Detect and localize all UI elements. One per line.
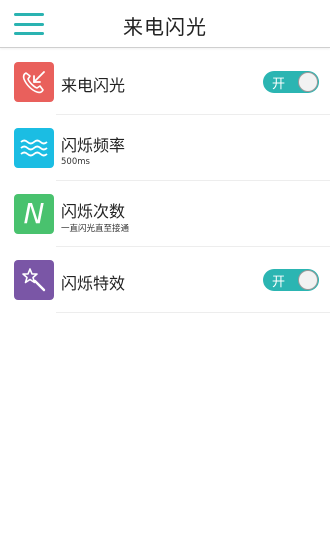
setting-row-call-flash[interactable]: 来电闪光 开 <box>0 49 330 115</box>
setting-value: 一直闪光直至接通 <box>61 224 130 234</box>
toggle-text: 开 <box>272 275 286 290</box>
setting-label: 闪烁次数 <box>61 202 126 221</box>
page-title: 来电闪光 <box>123 15 207 39</box>
setting-row-flash-effect[interactable]: 闪烁特效 开 <box>0 247 330 313</box>
toggle-knob <box>298 72 318 92</box>
divider <box>56 312 330 313</box>
phone-incoming-icon <box>14 62 54 102</box>
flash-effect-toggle[interactable]: 开 <box>263 269 319 291</box>
magic-wand-icon <box>14 260 54 300</box>
letter-n-icon: N <box>14 194 54 234</box>
app-header: 来电闪光 <box>0 0 330 48</box>
setting-label: 来电闪光 <box>61 76 126 95</box>
setting-label: 闪烁特效 <box>61 274 126 293</box>
setting-value: 500ms <box>61 157 90 167</box>
toggle-text: 开 <box>272 77 286 92</box>
setting-row-flash-count[interactable]: N 闪烁次数 一直闪光直至接通 <box>0 181 330 247</box>
waves-icon <box>14 128 54 168</box>
setting-label: 闪烁频率 <box>61 136 126 155</box>
icon-letter: N <box>23 197 45 230</box>
call-flash-toggle[interactable]: 开 <box>263 71 319 93</box>
toggle-knob <box>298 270 318 290</box>
setting-row-flash-frequency[interactable]: 闪烁频率 500ms <box>0 115 330 181</box>
